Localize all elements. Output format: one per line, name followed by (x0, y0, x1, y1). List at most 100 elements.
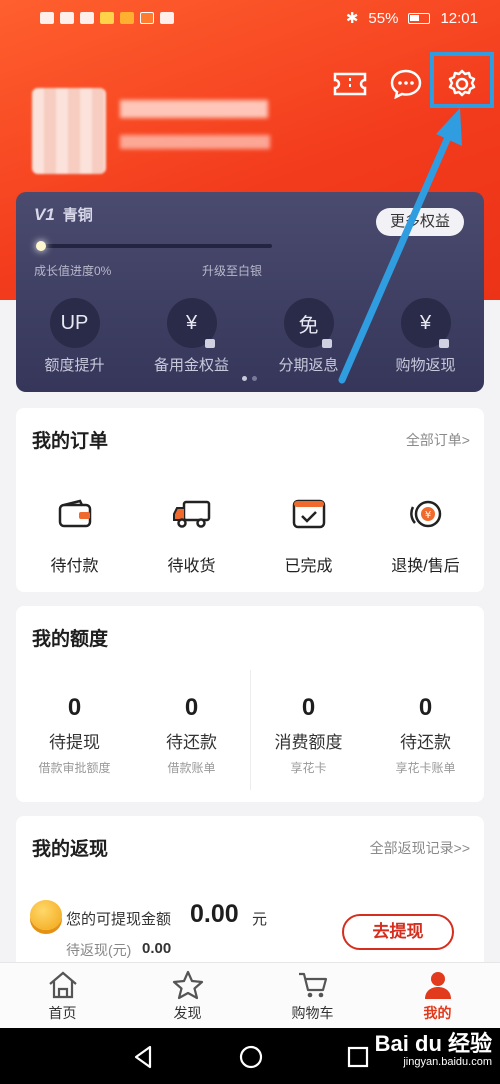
tab-label: 购物车 (291, 1005, 334, 1021)
order-status-row: 待付款 待收货 已完成 ¥ 退换/售后 (16, 494, 484, 576)
signal-icon (60, 12, 74, 24)
tab-cart[interactable]: 购物车 (250, 963, 375, 1028)
carousel-dots (242, 376, 257, 381)
currency-unit: 元 (252, 911, 268, 928)
truck-icon (172, 494, 212, 534)
battery-icon (408, 12, 431, 24)
check-box-icon (289, 494, 329, 534)
benefit-shopping-cashback[interactable]: ¥ 购物返现 (371, 298, 481, 375)
bottom-tab-bar: 首页 发现 购物车 我的 (0, 962, 500, 1028)
order-pending-delivery[interactable]: 待收货 (133, 494, 250, 576)
quota-label: 待还款 (400, 733, 451, 752)
quota-value: 0 (418, 694, 433, 721)
wifi-icon (80, 12, 94, 24)
order-label: 退换/售后 (391, 558, 460, 575)
pending-cashback-label: 待返现(元) (66, 942, 132, 958)
username-blurred (120, 100, 268, 118)
status-icons (40, 12, 174, 24)
tab-home[interactable]: 首页 (0, 963, 125, 1028)
order-label: 待收货 (167, 558, 216, 575)
vip-tier: 青铜 (62, 207, 93, 224)
growth-progress-fill (36, 241, 46, 251)
tab-label: 发现 (173, 1005, 202, 1021)
clock: 12:01 (440, 9, 478, 27)
benefit-label: 额度提升 (44, 357, 105, 374)
settings-highlight-box (430, 52, 494, 108)
account-info-blurred (120, 135, 270, 149)
vip-level-badge: V1 (34, 205, 55, 224)
tab-discover[interactable]: 发现 (125, 963, 250, 1028)
quota-card: 我的额度 0 待提现 借款审批额度 0 待还款 借款账单 0 消费额度 享花卡 … (16, 606, 484, 802)
quota-label: 消费额度 (274, 733, 343, 752)
withdraw-button[interactable]: 去提现 (342, 914, 454, 950)
app-notification-icon (120, 12, 134, 24)
quota-sub: 借款审批额度 (38, 761, 111, 775)
quota-pending-withdrawal[interactable]: 0 待提现 借款审批额度 (16, 694, 133, 776)
cashback-title: 我的返现 (32, 839, 109, 860)
order-label: 已完成 (284, 558, 333, 575)
benefit-label: 分期返息 (278, 357, 339, 374)
quota-card-repayment[interactable]: 0 待还款 享花卡账单 (367, 694, 484, 776)
quota-value: 0 (67, 694, 82, 721)
watermark: Bai du 经验 jingyan.baidu.com (375, 1032, 492, 1069)
status-bar: ✱ 55% 12:01 (0, 0, 500, 36)
free-icon: 免 (283, 298, 334, 348)
tab-me[interactable]: 我的 (375, 963, 500, 1028)
cashback-yuan-icon: ¥ (400, 298, 451, 348)
app-notification-icon (160, 12, 174, 24)
available-amount: 0.00 (190, 900, 239, 928)
ticket-icon[interactable] (332, 66, 368, 102)
more-benefits-button[interactable]: 更多权益 (375, 208, 464, 236)
tab-label: 我的 (423, 1005, 452, 1021)
quota-row: 0 待提现 借款审批额度 0 待还款 借款账单 0 消费额度 享花卡 0 待还款… (16, 694, 484, 776)
quota-sub: 享花卡 (290, 761, 327, 775)
home-icon (46, 969, 80, 1001)
quota-label: 待还款 (166, 733, 217, 752)
battery-level: 55% (368, 9, 399, 27)
orders-title: 我的订单 (32, 431, 109, 452)
upgrade-label: 升级至白银 (202, 264, 263, 278)
quota-loan-repayment[interactable]: 0 待还款 借款账单 (133, 694, 250, 776)
quota-consumer-credit[interactable]: 0 消费额度 享花卡 (250, 694, 367, 776)
benefit-installment-rebate[interactable]: 免 分期返息 (254, 298, 364, 375)
wallet-yuan-icon: ¥ (166, 298, 217, 348)
quota-value: 0 (184, 694, 199, 721)
up-icon: UP (49, 298, 100, 348)
message-icon[interactable] (388, 66, 424, 102)
available-amount-label: 您的可提现金额 (66, 911, 172, 928)
coin-stack-icon (30, 900, 62, 930)
quota-value: 0 (301, 694, 316, 721)
app-notification-icon (100, 12, 114, 24)
all-cashback-link[interactable]: 全部返现记录>> (370, 838, 470, 858)
hd-icon (40, 12, 54, 24)
order-completed[interactable]: 已完成 (250, 494, 367, 576)
star-icon (171, 969, 205, 1001)
back-icon[interactable] (130, 1044, 156, 1070)
tab-label: 首页 (48, 1005, 77, 1021)
home-circle-icon[interactable] (238, 1044, 264, 1070)
svg-text:¥: ¥ (424, 510, 430, 521)
pending-cashback-amount: 0.00 (142, 940, 172, 957)
watermark-brand: Bai du 经验 (374, 1031, 492, 1056)
growth-progress-bar (36, 241, 272, 251)
vip-benefits: UP 额度提升 ¥ 备用金权益 免 分期返息 ¥ 购物返现 (16, 298, 484, 375)
benefit-credit-increase[interactable]: UP 额度提升 (20, 298, 130, 375)
bluetooth-icon: ✱ (345, 10, 359, 27)
benefit-label: 购物返现 (395, 357, 456, 374)
benefit-reserve-fund[interactable]: ¥ 备用金权益 (137, 298, 247, 375)
order-pending-payment[interactable]: 待付款 (16, 494, 133, 576)
growth-progress-label: 成长值进度0% (34, 264, 112, 278)
app-notification-icon (140, 12, 154, 24)
cashback-card: 我的返现 全部返现记录>> 您的可提现金额 0.00 元 待返现(元) 0.00… (16, 816, 484, 986)
vip-level: V1 青铜 (34, 204, 93, 225)
quota-sub: 借款账单 (167, 761, 216, 775)
watermark-url: jingyan.baidu.com (403, 1056, 492, 1068)
quota-title: 我的额度 (32, 629, 109, 650)
order-label: 待付款 (50, 558, 99, 575)
recents-icon[interactable] (345, 1044, 371, 1070)
refund-icon: ¥ (406, 494, 446, 534)
all-orders-link[interactable]: 全部订单> (406, 430, 470, 450)
quota-label: 待提现 (49, 733, 100, 752)
avatar[interactable] (32, 88, 106, 174)
order-refund[interactable]: ¥ 退换/售后 (367, 494, 484, 576)
